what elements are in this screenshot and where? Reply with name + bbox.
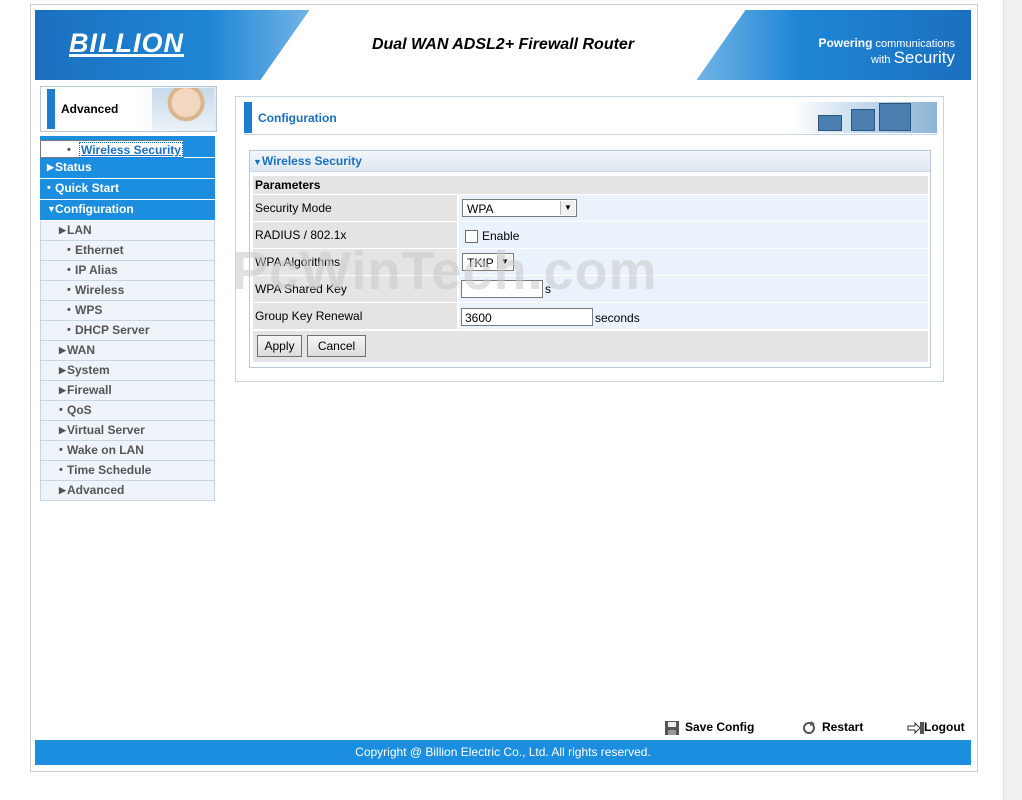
- vertical-scrollbar[interactable]: [1003, 0, 1022, 800]
- triangle-right-icon: ▶: [47, 162, 54, 172]
- apply-button[interactable]: Apply: [257, 335, 302, 357]
- save-config-label: Save Config: [685, 720, 755, 734]
- triangle-right-icon: ▶: [59, 365, 66, 375]
- security-mode-value: WPA: [467, 202, 494, 216]
- parameters-header: Parameters: [253, 176, 928, 194]
- sidebar-item-label: Wireless: [75, 283, 125, 297]
- sidebar-item-time-schedule[interactable]: • Time Schedule: [40, 461, 215, 481]
- sidebar-item-wake-on-lan[interactable]: • Wake on LAN: [40, 441, 215, 461]
- sidebar-item-wan[interactable]: ▶ WAN: [40, 341, 215, 361]
- mode-label: Advanced: [61, 102, 119, 116]
- sidebar-menu: •Basic▶Status•Quick Start▼Configuration▶…: [40, 136, 215, 501]
- chevron-down-icon: ▼: [560, 201, 575, 215]
- section-title: Wireless Security: [261, 154, 362, 168]
- mode-indicator: Advanced: [40, 86, 217, 132]
- bullet-icon: •: [59, 404, 63, 416]
- panel-title: Configuration: [258, 111, 337, 125]
- copyright-bar: Copyright @ Billion Electric Co., Ltd. A…: [35, 740, 971, 765]
- tagline: Powering communications with Security: [818, 37, 955, 67]
- panel-header-bar: [244, 102, 252, 133]
- sidebar-item-qos[interactable]: • QoS: [40, 401, 215, 421]
- tagline-security: Security: [893, 48, 955, 67]
- sidebar-item-wps[interactable]: • WPS: [40, 301, 215, 321]
- sidebar-item-label: Firewall: [67, 383, 112, 397]
- restart-label: Restart: [822, 720, 864, 734]
- bullet-icon: •: [59, 444, 63, 456]
- sidebar-item-label: System: [67, 363, 110, 377]
- sidebar-item-label: WPS: [75, 303, 103, 317]
- user-photo: [152, 88, 214, 130]
- watermark: PcWinTech.com: [232, 241, 658, 301]
- sidebar-item-label: QoS: [67, 403, 92, 417]
- logout-button[interactable]: Logout: [907, 718, 965, 736]
- cancel-button[interactable]: Cancel: [307, 335, 366, 357]
- floppy-disk-icon: [664, 720, 680, 735]
- sidebar-item-label: IP Alias: [75, 263, 118, 277]
- triangle-right-icon: ▶: [59, 385, 66, 395]
- sidebar-item-label: LAN: [67, 223, 92, 237]
- bullet-icon: •: [59, 464, 63, 476]
- sidebar-item-label: Quick Start: [55, 181, 120, 195]
- group-key-renewal-unit: seconds: [595, 311, 640, 325]
- footer-actions: Save Config Restart Logout: [35, 718, 971, 738]
- sidebar-item-wireless[interactable]: • Wireless: [40, 281, 215, 301]
- logout-icon: [907, 721, 924, 735]
- bullet-icon: •: [67, 264, 71, 276]
- sidebar-item-status[interactable]: ▶ Status: [40, 158, 215, 178]
- bullet-icon: •: [47, 182, 51, 194]
- security-mode-label: Security Mode: [253, 195, 457, 221]
- sidebar-item-ethernet[interactable]: • Ethernet: [40, 241, 215, 261]
- sidebar-item-virtual-server[interactable]: ▶ Virtual Server: [40, 421, 215, 441]
- header-banner: BILLION Dual WAN ADSL2+ Firewall Router …: [35, 10, 971, 80]
- tagline-with: with: [870, 54, 891, 66]
- sidebar-item-label: WAN: [67, 343, 95, 357]
- triangle-right-icon: ▶: [59, 425, 66, 435]
- bullet-icon: •: [67, 324, 71, 336]
- panel-header: Configuration: [244, 102, 937, 135]
- triangle-right-icon: ▶: [59, 485, 66, 495]
- tagline-powering: Powering: [818, 36, 873, 50]
- bullet-icon: •: [67, 144, 71, 156]
- save-config-button[interactable]: Save Config: [664, 718, 754, 736]
- section-header[interactable]: ▼Wireless Security: [250, 151, 930, 172]
- sidebar-item-advanced[interactable]: ▶ Advanced: [40, 481, 215, 501]
- bullet-icon: •: [67, 284, 71, 296]
- button-row: Apply Cancel: [253, 331, 928, 362]
- group-key-renewal-input[interactable]: 3600: [461, 308, 593, 326]
- office-illustration: [792, 102, 937, 133]
- bullet-icon: •: [67, 304, 71, 316]
- sidebar-item-label: Virtual Server: [67, 423, 145, 437]
- group-key-renewal-row: Group Key Renewal 3600 seconds: [253, 303, 928, 329]
- sidebar-item-label: Wireless Security: [79, 142, 183, 158]
- triangle-right-icon: ▶: [59, 225, 66, 235]
- restart-button[interactable]: Restart: [801, 718, 863, 736]
- sidebar-item-label: Advanced: [67, 483, 125, 497]
- sidebar-item-wireless-security[interactable]: • Wireless Security: [40, 140, 184, 158]
- triangle-down-icon: ▼: [253, 157, 262, 167]
- security-mode-row: Security Mode WPA ▼: [253, 195, 928, 221]
- logout-label: Logout: [924, 720, 965, 734]
- sidebar-item-quick-start[interactable]: • Quick Start: [40, 179, 215, 199]
- sidebar-item-system[interactable]: ▶ System: [40, 361, 215, 381]
- sidebar-item-configuration[interactable]: ▼ Configuration: [40, 200, 215, 220]
- sidebar-item-label: Wake on LAN: [67, 443, 144, 457]
- triangle-down-icon: ▼: [47, 204, 56, 214]
- sidebar-item-dhcp-server[interactable]: • DHCP Server: [40, 321, 215, 341]
- sidebar-item-label: Status: [55, 160, 92, 174]
- triangle-right-icon: ▶: [59, 345, 66, 355]
- mode-indicator-bar: [47, 89, 55, 129]
- sidebar-item-label: Configuration: [55, 202, 134, 216]
- sidebar-item-firewall[interactable]: ▶ Firewall: [40, 381, 215, 401]
- restart-icon: [801, 720, 817, 735]
- sidebar-item-ip-alias[interactable]: • IP Alias: [40, 261, 215, 281]
- sidebar-item-lan[interactable]: ▶ LAN: [40, 221, 215, 241]
- sidebar-item-label: Time Schedule: [67, 463, 152, 477]
- sidebar-item-label: Ethernet: [75, 243, 124, 257]
- group-key-renewal-label: Group Key Renewal: [253, 303, 457, 329]
- bullet-icon: •: [67, 244, 71, 256]
- security-mode-select[interactable]: WPA ▼: [462, 199, 577, 217]
- sidebar-item-label: DHCP Server: [75, 323, 150, 337]
